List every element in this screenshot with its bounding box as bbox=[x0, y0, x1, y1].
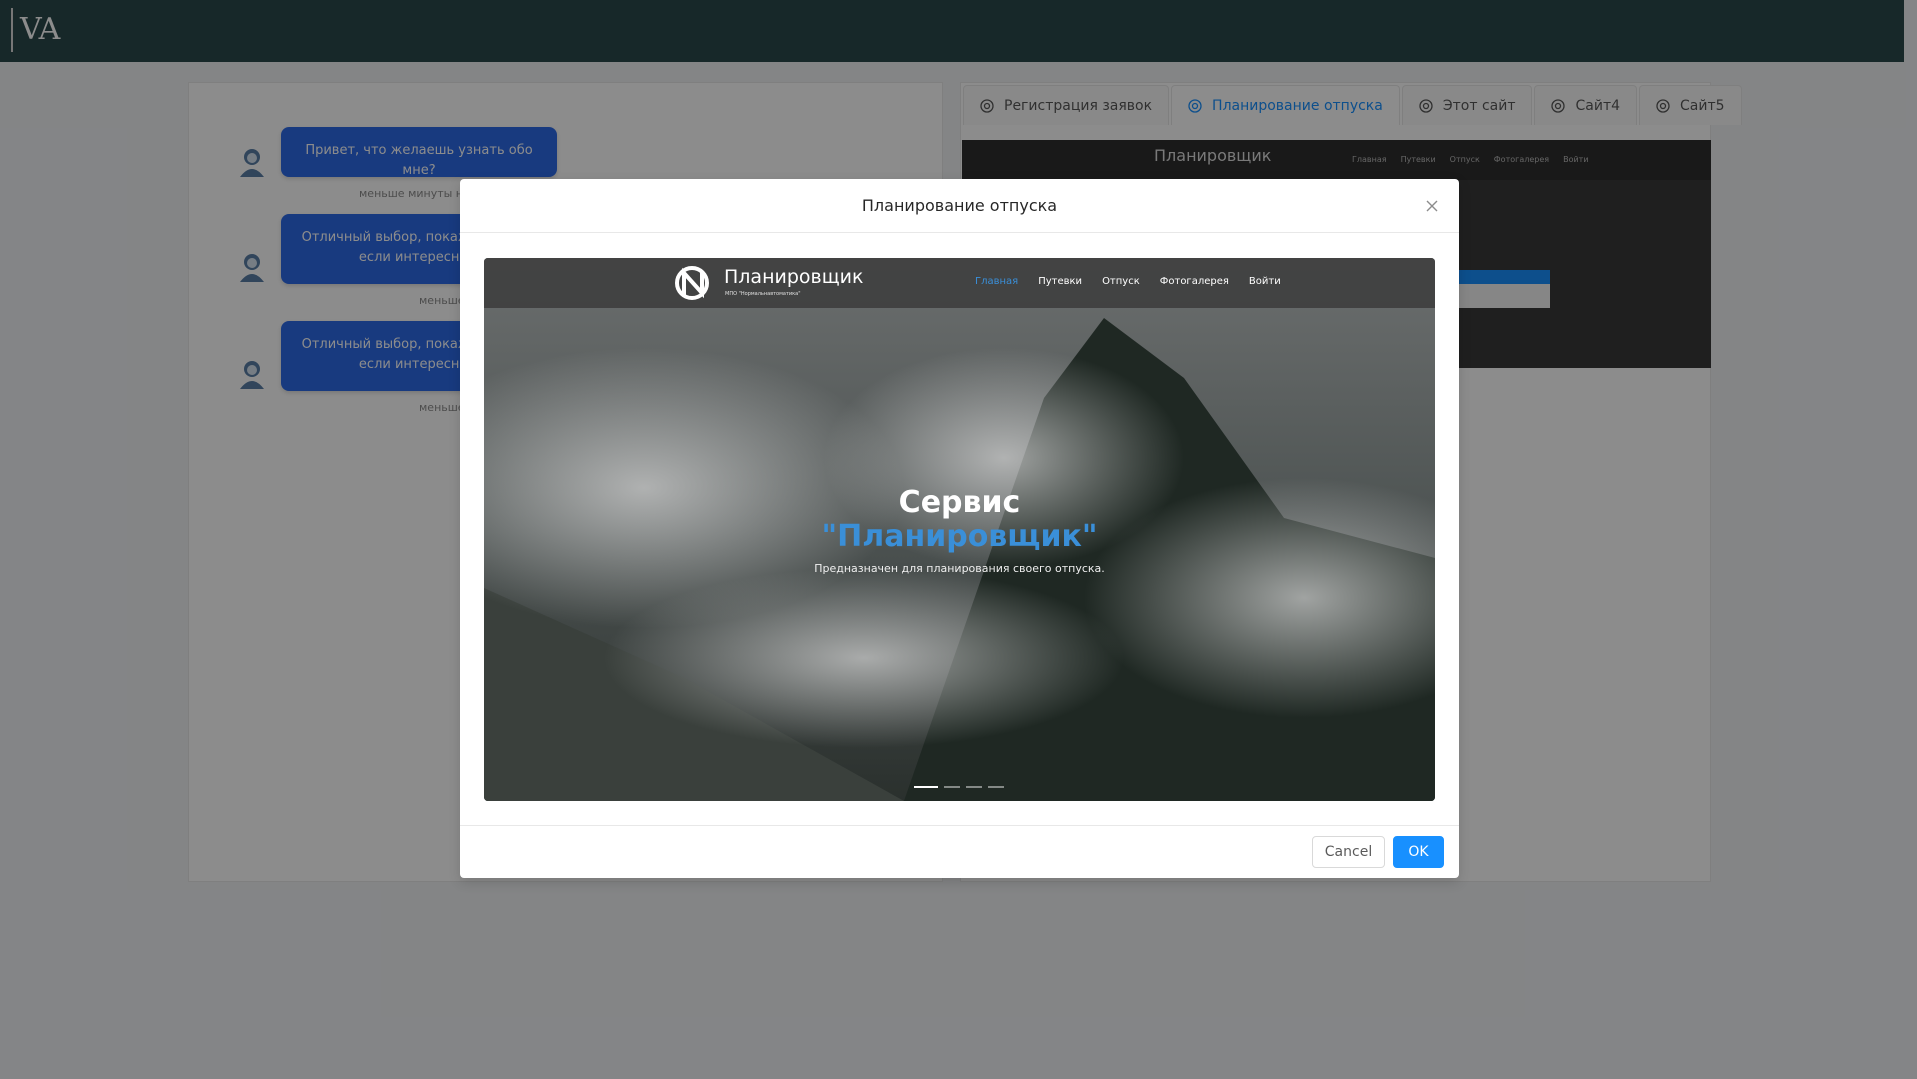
site-nav-links: Главная Путевки Отпуск Фотогалерея Войти bbox=[975, 276, 1281, 287]
project-screenshot: Планировщик МПО "Нормальнавтоматика" Гла… bbox=[484, 258, 1435, 801]
carousel-dot bbox=[944, 786, 960, 788]
brand-name: Планировщик bbox=[724, 266, 864, 288]
nav-link-home: Главная bbox=[975, 276, 1019, 287]
hero-service-name: "Планировщик" bbox=[821, 519, 1098, 554]
close-icon[interactable] bbox=[1421, 195, 1443, 217]
hero-block: Сервис "Планировщик" Предназначен для пл… bbox=[484, 485, 1435, 576]
carousel-dot bbox=[914, 786, 938, 788]
carousel-dot bbox=[988, 786, 1004, 788]
project-modal: Планирование отпуска Планировщик МПО "Но… bbox=[460, 179, 1459, 878]
hero-description: Предназначен для планирования своего отп… bbox=[814, 562, 1105, 575]
cancel-button[interactable]: Cancel bbox=[1312, 836, 1385, 868]
modal-title: Планирование отпуска bbox=[861, 196, 1058, 215]
brand-subtitle: МПО "Нормальнавтоматика" bbox=[725, 291, 801, 297]
nav-link-login: Войти bbox=[1248, 276, 1281, 287]
carousel-indicators bbox=[914, 786, 1004, 788]
hero-title: Сервис bbox=[898, 485, 1021, 520]
nav-link-vacation: Отпуск bbox=[1102, 276, 1140, 287]
modal-header: Планирование отпуска bbox=[460, 179, 1459, 233]
logo-icon bbox=[675, 266, 709, 300]
nav-link-gallery: Фотогалерея bbox=[1159, 276, 1229, 287]
carousel-dot bbox=[966, 786, 982, 788]
ok-button[interactable]: OK bbox=[1393, 836, 1444, 868]
nav-link-tours: Путевки bbox=[1038, 276, 1083, 287]
modal-footer: Cancel OK bbox=[460, 825, 1459, 878]
site-navbar: Планировщик МПО "Нормальнавтоматика" Гла… bbox=[484, 258, 1435, 308]
